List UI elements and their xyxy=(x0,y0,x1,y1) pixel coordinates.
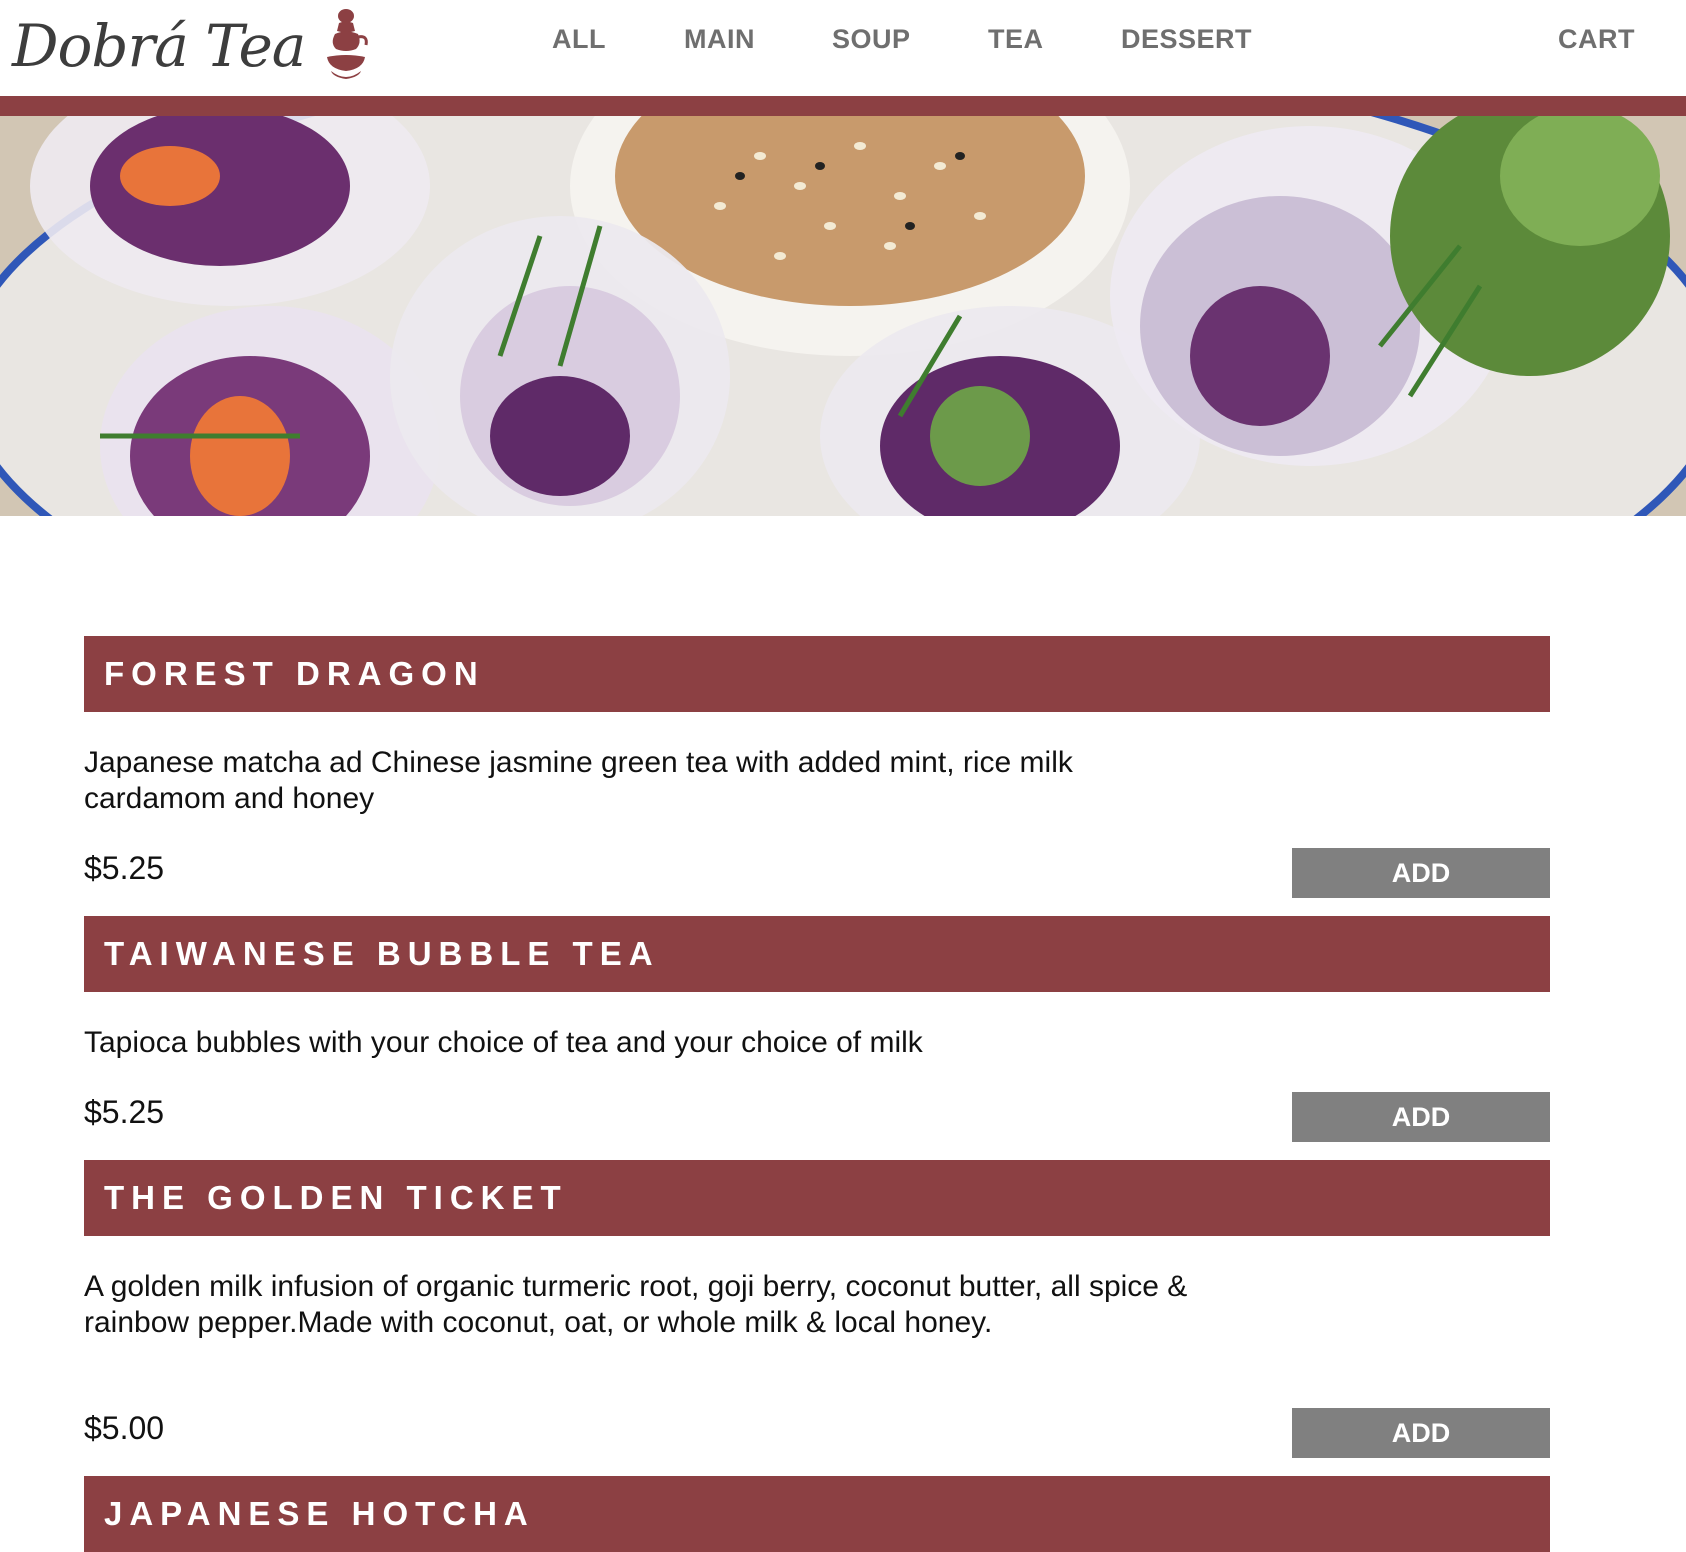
add-to-cart-button[interactable]: ADD xyxy=(1292,848,1550,898)
menu-item-description: A golden milk infusion of organic turmer… xyxy=(84,1270,1188,1339)
menu-item-title: THE GOLDEN TICKET xyxy=(84,1160,1550,1236)
add-to-cart-button[interactable]: ADD xyxy=(1292,1092,1550,1142)
teapot-logo-icon xyxy=(327,9,369,79)
nav-item-all[interactable]: ALL xyxy=(552,24,606,55)
nav-item-soup[interactable]: SOUP xyxy=(832,24,911,55)
hero-image xyxy=(0,116,1686,516)
brand-name: Dobrá Tea xyxy=(12,12,306,80)
menu-item-description: Tapioca bubbles with your choice of tea … xyxy=(84,1026,923,1059)
menu-item-price: $5.00 xyxy=(84,1410,165,1446)
add-to-cart-button[interactable]: ADD xyxy=(1292,1408,1550,1458)
menu-item-description: Japanese matcha ad Chinese jasmine green… xyxy=(84,746,1073,815)
menu-item-title: TAIWANESE BUBBLE TEA xyxy=(84,916,1550,992)
cart-link[interactable]: CART xyxy=(1558,24,1635,55)
menu-item-price: $5.25 xyxy=(84,850,165,886)
nav-item-main[interactable]: MAIN xyxy=(684,24,755,55)
brand-logo[interactable]: Dobrá Tea xyxy=(12,6,371,86)
menu-item-title: JAPANESE HOTCHA xyxy=(84,1476,1550,1552)
nav-item-dessert[interactable]: DESSERT xyxy=(1121,24,1252,55)
nav-item-tea[interactable]: TEA xyxy=(988,24,1044,55)
menu-item-title: FOREST DRAGON xyxy=(84,636,1550,712)
menu-item-price: $5.25 xyxy=(84,1094,165,1130)
header-accent-band xyxy=(0,96,1686,116)
site-header: Dobrá Tea ALL MAIN SOUP TEA DESSERT CART xyxy=(0,0,1686,96)
